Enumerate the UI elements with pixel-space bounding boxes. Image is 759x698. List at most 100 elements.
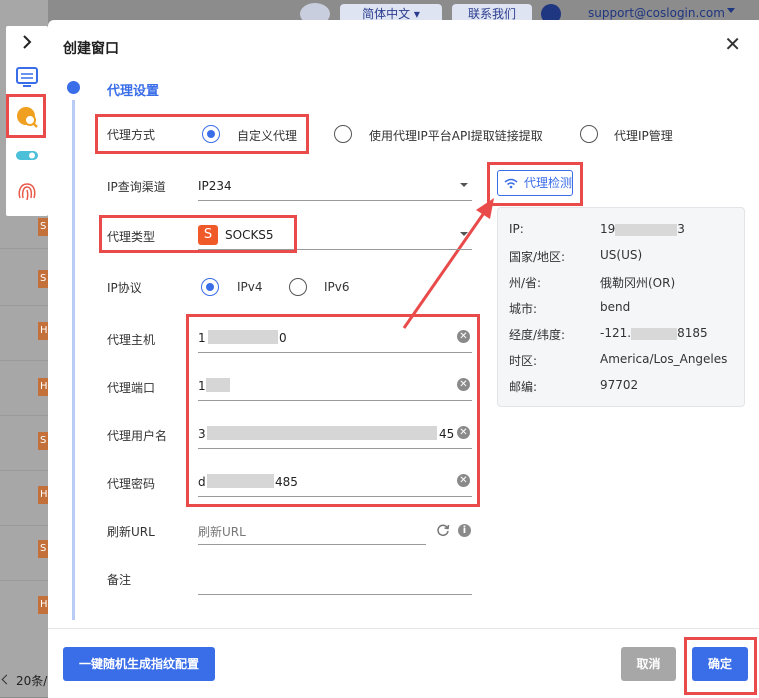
refresh-url-placeholder: 刷新URL — [198, 525, 246, 539]
remark-label: 备注 — [107, 573, 132, 587]
dialog-footer: 一键随机生成指纹配置 取消 确定 — [48, 628, 759, 698]
list-tag: H — [38, 486, 48, 504]
country-value: US(US) — [600, 248, 643, 262]
clear-icon[interactable]: ✕ — [457, 378, 470, 391]
info-icon[interactable]: i — [458, 524, 471, 537]
refresh-url-label: 刷新URL — [107, 525, 155, 539]
proxy-password-value-start: d — [198, 475, 206, 489]
list-divider — [0, 415, 48, 416]
proxy-host-value-start: 1 — [198, 331, 206, 345]
proxy-mode-radio-api[interactable] — [334, 125, 352, 143]
list-tag: H — [38, 378, 48, 396]
proxy-host-label: 代理主机 — [107, 333, 156, 347]
zip-key: 邮编: — [509, 380, 538, 394]
list-divider — [0, 305, 48, 306]
dialog-title: 创建窗口 — [63, 41, 119, 57]
lnglat-value-end: 8185 — [677, 326, 708, 340]
list-tag: S — [38, 540, 48, 558]
ip-protocol-radio-ipv4[interactable] — [201, 278, 219, 296]
pagination-size[interactable]: 20条/ — [16, 672, 47, 689]
list-divider — [0, 470, 48, 471]
list-divider — [0, 580, 48, 581]
ip-protocol-label: IP协议 — [107, 281, 142, 295]
proxy-mode-radio-custom[interactable] — [202, 125, 220, 143]
proxy-type-label: 代理类型 — [107, 230, 156, 244]
proxy-mode-label: 代理方式 — [107, 128, 156, 142]
remark-input[interactable] — [198, 566, 472, 595]
proxy-mode-radio-manage[interactable] — [580, 125, 598, 143]
toggle-icon[interactable] — [14, 142, 40, 168]
timezone-value: America/Los_Angeles — [600, 352, 728, 366]
state-key: 州/省: — [509, 276, 542, 290]
cancel-button[interactable]: 取消 — [621, 647, 676, 681]
proxy-check-icon[interactable] — [14, 104, 40, 130]
lnglat-key: 经度/纬度: — [509, 328, 566, 342]
list-divider — [0, 525, 48, 526]
clear-icon[interactable]: ✕ — [457, 474, 470, 487]
window-list-icon[interactable] — [14, 64, 40, 90]
proxy-host-value-end: 0 — [279, 331, 287, 345]
ip-key: IP: — [509, 222, 524, 236]
lnglat-value-start: -121. — [600, 326, 632, 340]
state-value: 俄勒冈州(OR) — [600, 276, 676, 290]
tool-sidebar — [6, 26, 48, 216]
city-key: 城市: — [509, 302, 538, 316]
fingerprint-icon[interactable] — [14, 178, 40, 204]
list-tag: H — [38, 596, 48, 614]
ip-channel-value: IP234 — [198, 179, 232, 193]
list-divider — [0, 248, 48, 249]
redacted-block — [207, 426, 437, 440]
proxy-mode-option-custom[interactable]: 自定义代理 — [237, 127, 297, 144]
ip-value: 19 3 — [600, 222, 685, 236]
language-label: 简体中文 — [362, 7, 411, 21]
list-tag: S — [38, 270, 48, 288]
wifi-icon — [504, 178, 518, 189]
proxy-check-button[interactable]: 代理检测 — [497, 170, 573, 196]
redacted-block — [206, 378, 230, 392]
step-line — [72, 100, 75, 620]
proxy-port-input[interactable]: 1 ✕ — [198, 372, 472, 401]
proxy-port-label: 代理端口 — [107, 381, 156, 395]
generate-fingerprint-button[interactable]: 一键随机生成指纹配置 — [63, 647, 215, 681]
proxy-password-input[interactable]: d 485 ✕ — [198, 468, 472, 497]
proxy-user-value-start: 3 — [198, 427, 206, 441]
proxy-mode-option-manage[interactable]: 代理IP管理 — [614, 127, 673, 144]
chevron-down-icon[interactable] — [727, 8, 735, 13]
step-indicator — [67, 81, 80, 94]
proxy-user-input[interactable]: 3 45 ✕ — [198, 420, 472, 449]
proxy-type-select[interactable]: S SOCKS5 — [198, 221, 472, 250]
redacted-block — [208, 330, 278, 344]
proxy-port-value-start: 1 — [198, 379, 206, 393]
chevron-right-icon[interactable] — [14, 29, 40, 55]
user-email[interactable]: support@coslogin.com — [588, 6, 725, 20]
list-tag: S — [38, 432, 48, 450]
socks5-icon: S — [198, 225, 218, 245]
refresh-icon[interactable] — [436, 523, 450, 537]
close-icon[interactable]: ✕ — [724, 34, 741, 54]
lnglat-value: -121. 8185 — [600, 326, 708, 340]
proxy-host-input[interactable]: 1 0 ✕ — [198, 324, 472, 353]
annotation-arrow — [402, 198, 494, 329]
ip-protocol-option-ipv6[interactable]: IPv6 — [324, 280, 350, 294]
confirm-button[interactable]: 确定 — [692, 647, 748, 681]
chevron-left-icon[interactable] — [1, 674, 12, 685]
redacted-block — [207, 474, 274, 488]
ip-value-start: 19 — [600, 222, 616, 236]
clear-icon[interactable]: ✕ — [457, 330, 470, 343]
proxy-password-value-end: 485 — [275, 475, 298, 489]
ip-value-end: 3 — [677, 222, 685, 236]
list-tag: S — [38, 218, 48, 236]
ip-protocol-radio-ipv6[interactable] — [289, 278, 307, 296]
list-divider — [0, 360, 48, 361]
proxy-password-label: 代理密码 — [107, 477, 156, 491]
proxy-check-label: 代理检测 — [524, 176, 573, 190]
redacted-block — [615, 223, 678, 236]
proxy-mode-option-api[interactable]: 使用代理IP平台API提取链接提取 — [369, 127, 543, 144]
city-value: bend — [600, 300, 631, 314]
ip-protocol-option-ipv4[interactable]: IPv4 — [237, 280, 263, 294]
chevron-down-icon — [460, 183, 468, 187]
section-title: 代理设置 — [107, 84, 160, 99]
refresh-url-input[interactable]: 刷新URL — [198, 516, 426, 545]
redacted-block — [631, 327, 678, 340]
clear-icon[interactable]: ✕ — [457, 426, 470, 439]
